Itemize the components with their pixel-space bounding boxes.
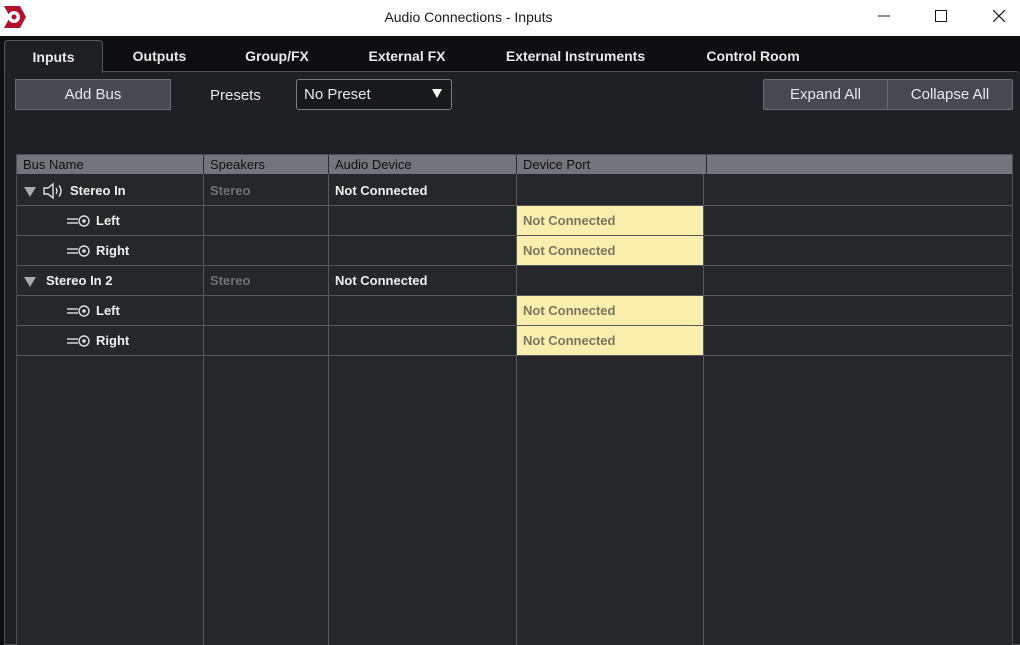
tab-inputs[interactable]: Inputs xyxy=(4,40,103,73)
tab-external-fx[interactable]: External FX xyxy=(352,40,462,72)
device-port-value[interactable]: Not Connected xyxy=(517,206,703,235)
col-header-device-port[interactable]: Device Port xyxy=(517,155,707,174)
device-port-value[interactable]: Not Connected xyxy=(517,296,703,325)
col-header-audio-device[interactable]: Audio Device xyxy=(329,155,517,174)
tab-external-instruments[interactable]: External Instruments xyxy=(488,40,663,72)
collapse-triangle-icon[interactable] xyxy=(24,187,36,197)
bus-table: Bus Name Speakers Audio Device Device Po… xyxy=(16,154,1013,645)
table-row[interactable]: Right Not Connected xyxy=(17,326,1012,356)
minimize-button[interactable] xyxy=(855,0,913,32)
col-header-bus-name[interactable]: Bus Name xyxy=(17,155,204,174)
title-bar: Audio Connections - Inputs xyxy=(0,0,1020,36)
tab-group-fx[interactable]: Group/FX xyxy=(228,40,326,72)
bus-name: Stereo In 2 xyxy=(46,273,113,288)
device-port-value[interactable]: Not Connected xyxy=(517,326,703,355)
window-title: Audio Connections - Inputs xyxy=(384,9,553,25)
channel-name: Right xyxy=(96,333,130,348)
channel-name: Left xyxy=(96,303,120,318)
maximize-icon xyxy=(935,10,947,22)
main-area: Inputs Outputs Group/FX External FX Exte… xyxy=(0,36,1020,645)
plug-icon xyxy=(67,305,90,317)
tab-control-room[interactable]: Control Room xyxy=(690,40,816,72)
collapse-all-button[interactable]: Collapse All xyxy=(887,79,1013,110)
audio-device-value[interactable]: Not Connected xyxy=(335,176,427,205)
table-row[interactable]: Right Not Connected xyxy=(17,236,1012,266)
bus-name: Stereo In xyxy=(70,183,126,198)
table-header: Bus Name Speakers Audio Device Device Po… xyxy=(17,155,1012,174)
audio-device-value[interactable]: Not Connected xyxy=(335,266,427,295)
col-header-empty xyxy=(707,155,1012,174)
add-bus-button[interactable]: Add Bus xyxy=(15,79,171,110)
dropdown-arrow-icon xyxy=(432,89,442,98)
close-button[interactable] xyxy=(970,0,1020,32)
table-row[interactable]: Left Not Connected xyxy=(17,296,1012,326)
speaker-icon xyxy=(43,182,62,200)
speakers-value: Stereo xyxy=(210,183,251,198)
maximize-button[interactable] xyxy=(912,0,970,32)
plug-icon xyxy=(67,335,90,347)
channel-name: Left xyxy=(96,213,120,228)
col-header-speakers[interactable]: Speakers xyxy=(204,155,329,174)
table-row[interactable]: Left Not Connected xyxy=(17,206,1012,236)
expand-all-button[interactable]: Expand All xyxy=(763,79,888,110)
minimize-icon xyxy=(878,15,890,17)
connections-panel: Add Bus Presets No Preset Expand All Col… xyxy=(4,71,1020,645)
speakers-value: Stereo xyxy=(210,273,251,288)
tab-outputs[interactable]: Outputs xyxy=(112,40,207,72)
table-row[interactable]: Stereo In 2 Stereo Not Connected xyxy=(17,266,1012,296)
close-icon xyxy=(993,10,1005,22)
preset-value: No Preset xyxy=(304,86,371,103)
preset-select[interactable]: No Preset xyxy=(296,79,452,110)
collapse-triangle-icon[interactable] xyxy=(24,277,36,287)
table-row[interactable]: Stereo In Stereo Not Connected xyxy=(17,176,1012,206)
presets-label: Presets xyxy=(210,87,261,104)
plug-icon xyxy=(67,215,90,227)
device-port-value[interactable]: Not Connected xyxy=(517,236,703,265)
plug-icon xyxy=(67,245,90,257)
channel-name: Right xyxy=(96,243,130,258)
